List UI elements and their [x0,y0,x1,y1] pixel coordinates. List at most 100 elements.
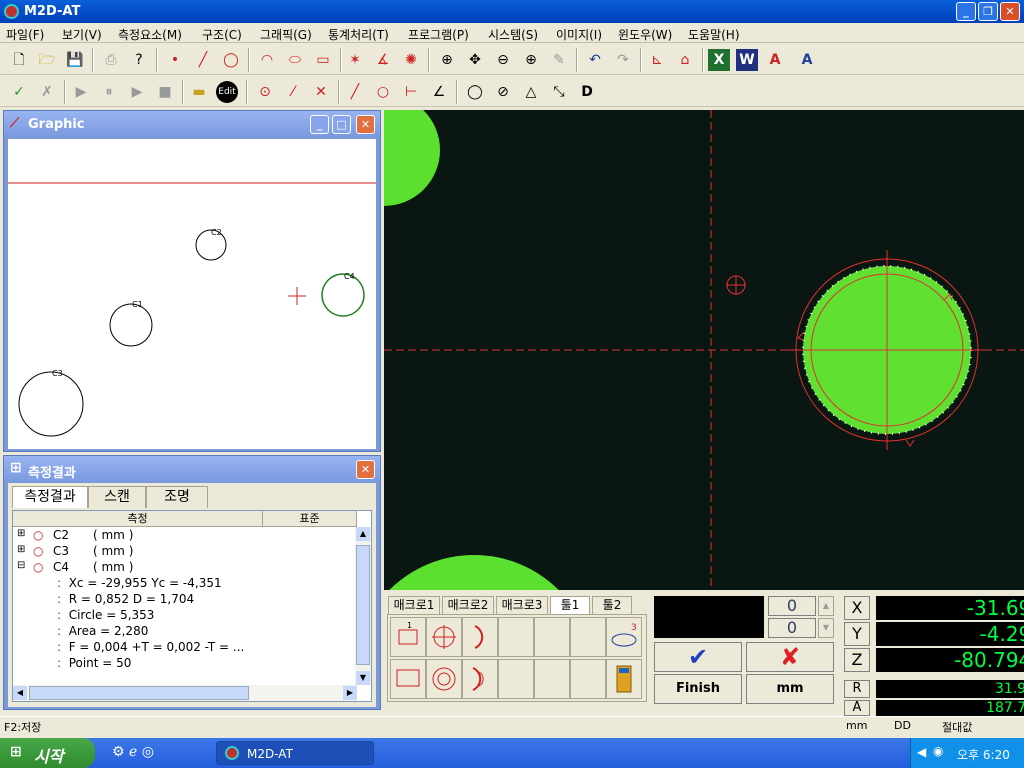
counter-2[interactable]: 0 [768,618,816,638]
open-folder-icon[interactable]: 🗁 [36,49,58,71]
column-measure[interactable]: 측정 [13,511,263,527]
taskbar-app-button[interactable]: M2D-AT [216,741,374,765]
tool-empty-3[interactable] [570,617,606,657]
menu-program[interactable]: 프로그램(P) [408,26,469,43]
graphic-maximize-button[interactable]: □ [332,115,351,134]
circle-line-icon[interactable]: ⊘ [492,81,514,103]
auto-detect-icon[interactable]: ✺ [400,49,422,71]
graphic-minimize-button[interactable]: _ [310,115,329,134]
tab-macro3[interactable]: 매크로3 [496,596,548,614]
tool-multi-box-icon[interactable] [390,659,426,699]
window-titlebar[interactable]: M2D-AT _ ❐ ✕ [0,0,1024,23]
circle-c4[interactable] [321,273,365,317]
diagonal-distance-icon[interactable]: ⤡ [548,81,570,103]
tray-arrow-icon[interactable]: ◀ [917,745,926,759]
minimize-button[interactable]: _ [956,2,976,21]
tangent-circle-icon[interactable]: ◯ [464,81,486,103]
counter-down-icon[interactable]: ▼ [818,618,834,638]
scroll-left-icon[interactable]: ◀ [13,686,27,700]
tab-results[interactable]: 측정결과 [12,486,88,508]
crosshair-icon[interactable]: ⊕ [520,49,542,71]
angle-icon[interactable]: ∠ [428,81,450,103]
tool-empty-5[interactable] [534,659,570,699]
expand-icon[interactable]: ⊞ [17,544,25,555]
step-play-icon[interactable]: ▶ [70,81,92,103]
dimension-icon[interactable]: D [576,81,598,103]
menu-measure[interactable]: 측정요소(M) [118,26,182,43]
collapse-icon[interactable]: ⊟ [17,560,25,571]
tool-line-icon[interactable]: ╱ [344,81,366,103]
quicklaunch-icons[interactable]: ⚙ ℯ ◎ [112,744,154,760]
tool-empty-1[interactable] [498,617,534,657]
construct-angle-icon[interactable]: ∡ [372,49,394,71]
expand-icon[interactable]: ⊞ [17,528,25,539]
finish-button[interactable]: Finish [654,674,742,704]
tab-tool1[interactable]: 툴1 [550,596,590,614]
menu-system[interactable]: 시스템(S) [488,26,538,43]
distance-icon[interactable]: ⁄ [282,81,304,103]
center-point-icon[interactable]: ⊙ [254,81,276,103]
eraser-icon[interactable]: ✎ [548,49,570,71]
circle-icon[interactable]: ◯ [220,49,242,71]
font-icon[interactable]: A [796,49,818,71]
graphic-canvas[interactable]: C2 C1 C4 C3 [8,139,376,449]
intersection-icon[interactable]: ✕ [310,81,332,103]
pause-icon[interactable]: ⏸ [98,81,120,103]
tab-macro1[interactable]: 매크로1 [388,596,440,614]
tool-empty-4[interactable] [498,659,534,699]
tools-icon[interactable]: ✗ [36,81,58,103]
point-icon[interactable]: • [164,49,186,71]
undo-icon[interactable]: ↶ [584,49,606,71]
word-icon[interactable]: W [736,49,758,71]
close-button[interactable]: ✕ [1000,2,1020,21]
counter-up-icon[interactable]: ▲ [818,596,834,616]
report-icon[interactable]: A [764,49,786,71]
help-icon[interactable]: ? [128,49,150,71]
column-standard[interactable]: 표준 [263,511,357,527]
menu-window[interactable]: 윈도우(W) [618,26,672,43]
menu-graphic[interactable]: 그래픽(G) [260,26,312,43]
width-icon[interactable]: ⊢ [400,81,422,103]
construct-point-icon[interactable]: ✶ [344,49,366,71]
menu-statistics[interactable]: 통계처리(T) [328,26,389,43]
graphic-titlebar[interactable]: ⟋ Graphic _ □ ✕ [4,111,380,137]
tab-tool2[interactable]: 툴2 [592,596,632,614]
results-titlebar[interactable]: ⊞ 측정결과 ✕ [4,456,380,482]
results-close-button[interactable]: ✕ [356,460,375,479]
camera-view[interactable] [328,94,1024,768]
tool-target-icon[interactable] [426,617,462,657]
circle-c1[interactable] [109,303,153,347]
line-icon[interactable]: ╱ [192,49,214,71]
slot-icon[interactable]: ▭ [312,49,334,71]
unit-button[interactable]: mm [746,674,834,704]
scroll-right-icon[interactable]: ▶ [343,686,357,700]
horizontal-scrollbar[interactable]: ◀ ▶ [13,685,357,701]
play-icon[interactable]: ▶ [126,81,148,103]
tool-concentric-icon[interactable] [426,659,462,699]
hscroll-thumb[interactable] [29,686,249,700]
ellipse-icon[interactable]: ⬭ [284,49,306,71]
program-folder-icon[interactable]: ▬ [188,81,210,103]
tab-macro2[interactable]: 매크로2 [442,596,494,614]
tool-arc-icon[interactable] [462,617,498,657]
excel-icon[interactable]: X [708,49,730,71]
tool-circle-icon[interactable]: ○ [372,81,394,103]
print-icon[interactable]: ⎙ [100,49,122,71]
scroll-down-icon[interactable]: ▼ [356,671,370,685]
circle-c3[interactable] [18,371,84,437]
home-position-icon[interactable]: ⌂ [674,49,696,71]
restore-button[interactable]: ❐ [978,2,998,21]
accept-check-icon[interactable]: ✔ [654,642,742,672]
tab-scan[interactable]: 스캔 [88,486,146,508]
counter-1[interactable]: 0 [768,596,816,616]
pan-icon[interactable]: ✥ [464,49,486,71]
zoom-icon[interactable]: ⊕ [436,49,458,71]
tab-lighting[interactable]: 조명 [146,486,208,508]
arc-icon[interactable]: ◠ [256,49,278,71]
menu-file[interactable]: 파일(F) [6,26,44,43]
tray-speaker-icon[interactable]: ◉ [933,744,943,758]
cancel-x-icon[interactable]: ✘ [746,642,834,672]
new-file-icon[interactable]: 🗋 [8,49,30,71]
start-button[interactable]: ⊞ 시작 [0,738,95,768]
calculator-icon[interactable] [606,659,642,699]
